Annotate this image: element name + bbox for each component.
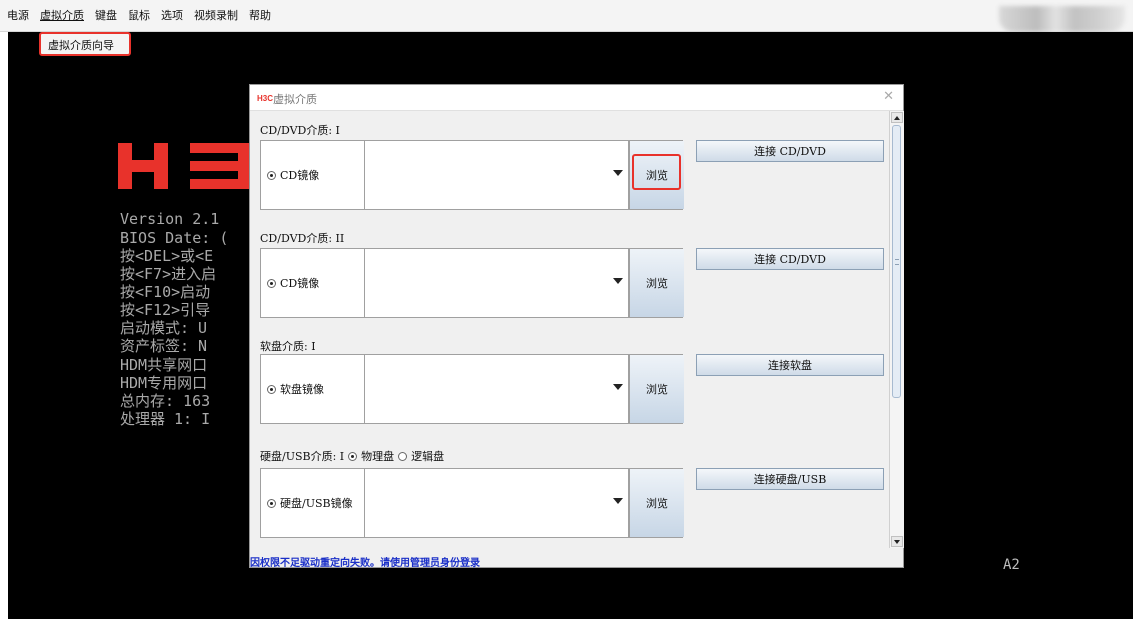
image-path-combo[interactable]	[365, 141, 629, 209]
radio-label: 硬盘/USB镜像	[280, 497, 353, 510]
scroll-down-icon[interactable]	[891, 536, 903, 547]
browse-button[interactable]: 浏览	[629, 249, 684, 317]
close-icon[interactable]: ✕	[883, 89, 894, 104]
menu-options[interactable]: 选项	[154, 7, 187, 25]
browse-label: 浏览	[646, 277, 668, 290]
browse-label: 浏览	[646, 383, 668, 396]
radio-label: CD镜像	[280, 169, 320, 182]
bios-text-line: 按<F10>启动	[120, 283, 211, 301]
radio-physical-disk[interactable]: 物理盘	[348, 448, 394, 464]
h3c-logo	[118, 143, 250, 189]
menu-item-virtual-media-wizard[interactable]: 虚拟介质向导	[39, 32, 131, 56]
radio-label: 逻辑盘	[411, 450, 445, 463]
image-path-combo[interactable]	[365, 469, 629, 537]
h3c-small-logo: H3C	[257, 94, 274, 103]
dialog-scrollbar[interactable]	[889, 111, 904, 548]
scroll-thumb[interactable]	[892, 125, 901, 398]
radio-cd-image-1[interactable]: CD镜像	[261, 141, 365, 209]
media-group-cddvd-2: CD镜像 浏览	[260, 248, 684, 318]
connect-cddvd-button[interactable]: 连接 CD/DVD	[696, 248, 884, 270]
bios-text-line: Version 2.1	[120, 210, 220, 228]
chevron-down-icon[interactable]	[613, 170, 623, 176]
media-group-floppy: 软盘镜像 浏览	[260, 354, 684, 424]
menu-bar: 电源 虚拟介质 键盘 鼠标 选项 视频录制 帮助	[0, 0, 1133, 32]
image-path-combo[interactable]	[365, 355, 629, 423]
connect-usb-button[interactable]: 连接硬盘/USB	[696, 468, 884, 490]
browse-button[interactable]: 浏览	[629, 141, 684, 209]
bios-text-line: 处理器 1: I	[120, 410, 211, 428]
browse-button[interactable]: 浏览	[629, 355, 684, 423]
bios-text-line: BIOS Date: (	[120, 229, 229, 247]
bios-text-line: 按<DEL>或<E	[120, 247, 214, 265]
blurred-user-info	[999, 6, 1125, 32]
menu-keyboard[interactable]: 键盘	[88, 7, 121, 25]
dialog-titlebar: H3C 虚拟介质 ✕	[250, 85, 903, 111]
bios-text-line: 按<F7>进入启	[120, 265, 217, 283]
corner-label: A2	[1003, 557, 1020, 573]
menu-mouse[interactable]: 鼠标	[121, 7, 154, 25]
radio-button-icon[interactable]	[267, 278, 276, 288]
browse-label: 浏览	[646, 169, 668, 182]
radio-button-icon[interactable]	[348, 451, 358, 461]
connect-cddvd-button[interactable]: 连接 CD/DVD	[696, 140, 884, 162]
bios-text-line: 资产标签: N	[120, 337, 208, 355]
radio-cd-image-2[interactable]: CD镜像	[261, 249, 365, 317]
menu-power[interactable]: 电源	[0, 7, 33, 25]
bios-text-line: HDM共享网口	[120, 356, 208, 374]
image-path-combo[interactable]	[365, 249, 629, 317]
section-label-usb: 硬盘/USB介质: I 物理盘 逻辑盘	[260, 448, 444, 464]
section-label-floppy: 软盘介质: I	[260, 340, 316, 353]
browse-button[interactable]: 浏览	[629, 469, 684, 537]
radio-label: CD镜像	[280, 277, 320, 290]
radio-button-icon[interactable]	[267, 170, 276, 180]
dialog-title: 虚拟介质	[273, 93, 317, 106]
radio-label: 软盘镜像	[280, 383, 324, 396]
grip-icon	[895, 259, 899, 265]
media-group-cddvd-1: CD镜像 浏览	[260, 140, 684, 210]
radio-button-icon[interactable]	[398, 451, 408, 461]
status-message: 因权限不足驱动重定向失败。请使用管理员身份登录	[250, 558, 480, 569]
chevron-down-icon[interactable]	[613, 278, 623, 284]
section-label-cddvd-1: CD/DVD介质: I	[260, 124, 340, 137]
bios-text-line: HDM专用网口	[120, 374, 208, 392]
browse-label: 浏览	[646, 497, 668, 510]
virtual-media-dialog: H3C 虚拟介质 ✕ CD/DVD介质: I CD镜像 浏览 连接 CD/DVD…	[249, 84, 904, 569]
media-group-usb: 硬盘/USB镜像 浏览	[260, 468, 684, 538]
section-label-cddvd-2: CD/DVD介质: II	[260, 232, 345, 245]
bios-text-line: 启动模式: U	[120, 319, 208, 337]
radio-label: 物理盘	[361, 450, 395, 463]
chevron-down-icon[interactable]	[613, 384, 623, 390]
connect-floppy-button[interactable]: 连接软盘	[696, 354, 884, 376]
scroll-up-icon[interactable]	[891, 112, 903, 123]
bios-text-line: 按<F12>引导	[120, 301, 211, 319]
bios-text-line: 总内存: 163	[120, 392, 211, 410]
usb-label-text: 硬盘/USB介质: I	[260, 450, 345, 463]
radio-floppy-image[interactable]: 软盘镜像	[261, 355, 365, 423]
menu-help[interactable]: 帮助	[242, 7, 275, 25]
radio-button-icon[interactable]	[267, 498, 276, 508]
menu-virtual-media[interactable]: 虚拟介质	[33, 7, 88, 25]
chevron-down-icon[interactable]	[613, 498, 623, 504]
radio-button-icon[interactable]	[267, 384, 276, 394]
radio-usb-image[interactable]: 硬盘/USB镜像	[261, 469, 365, 537]
menu-video-recording[interactable]: 视频录制	[187, 7, 242, 25]
radio-logical-disk[interactable]: 逻辑盘	[398, 448, 444, 464]
